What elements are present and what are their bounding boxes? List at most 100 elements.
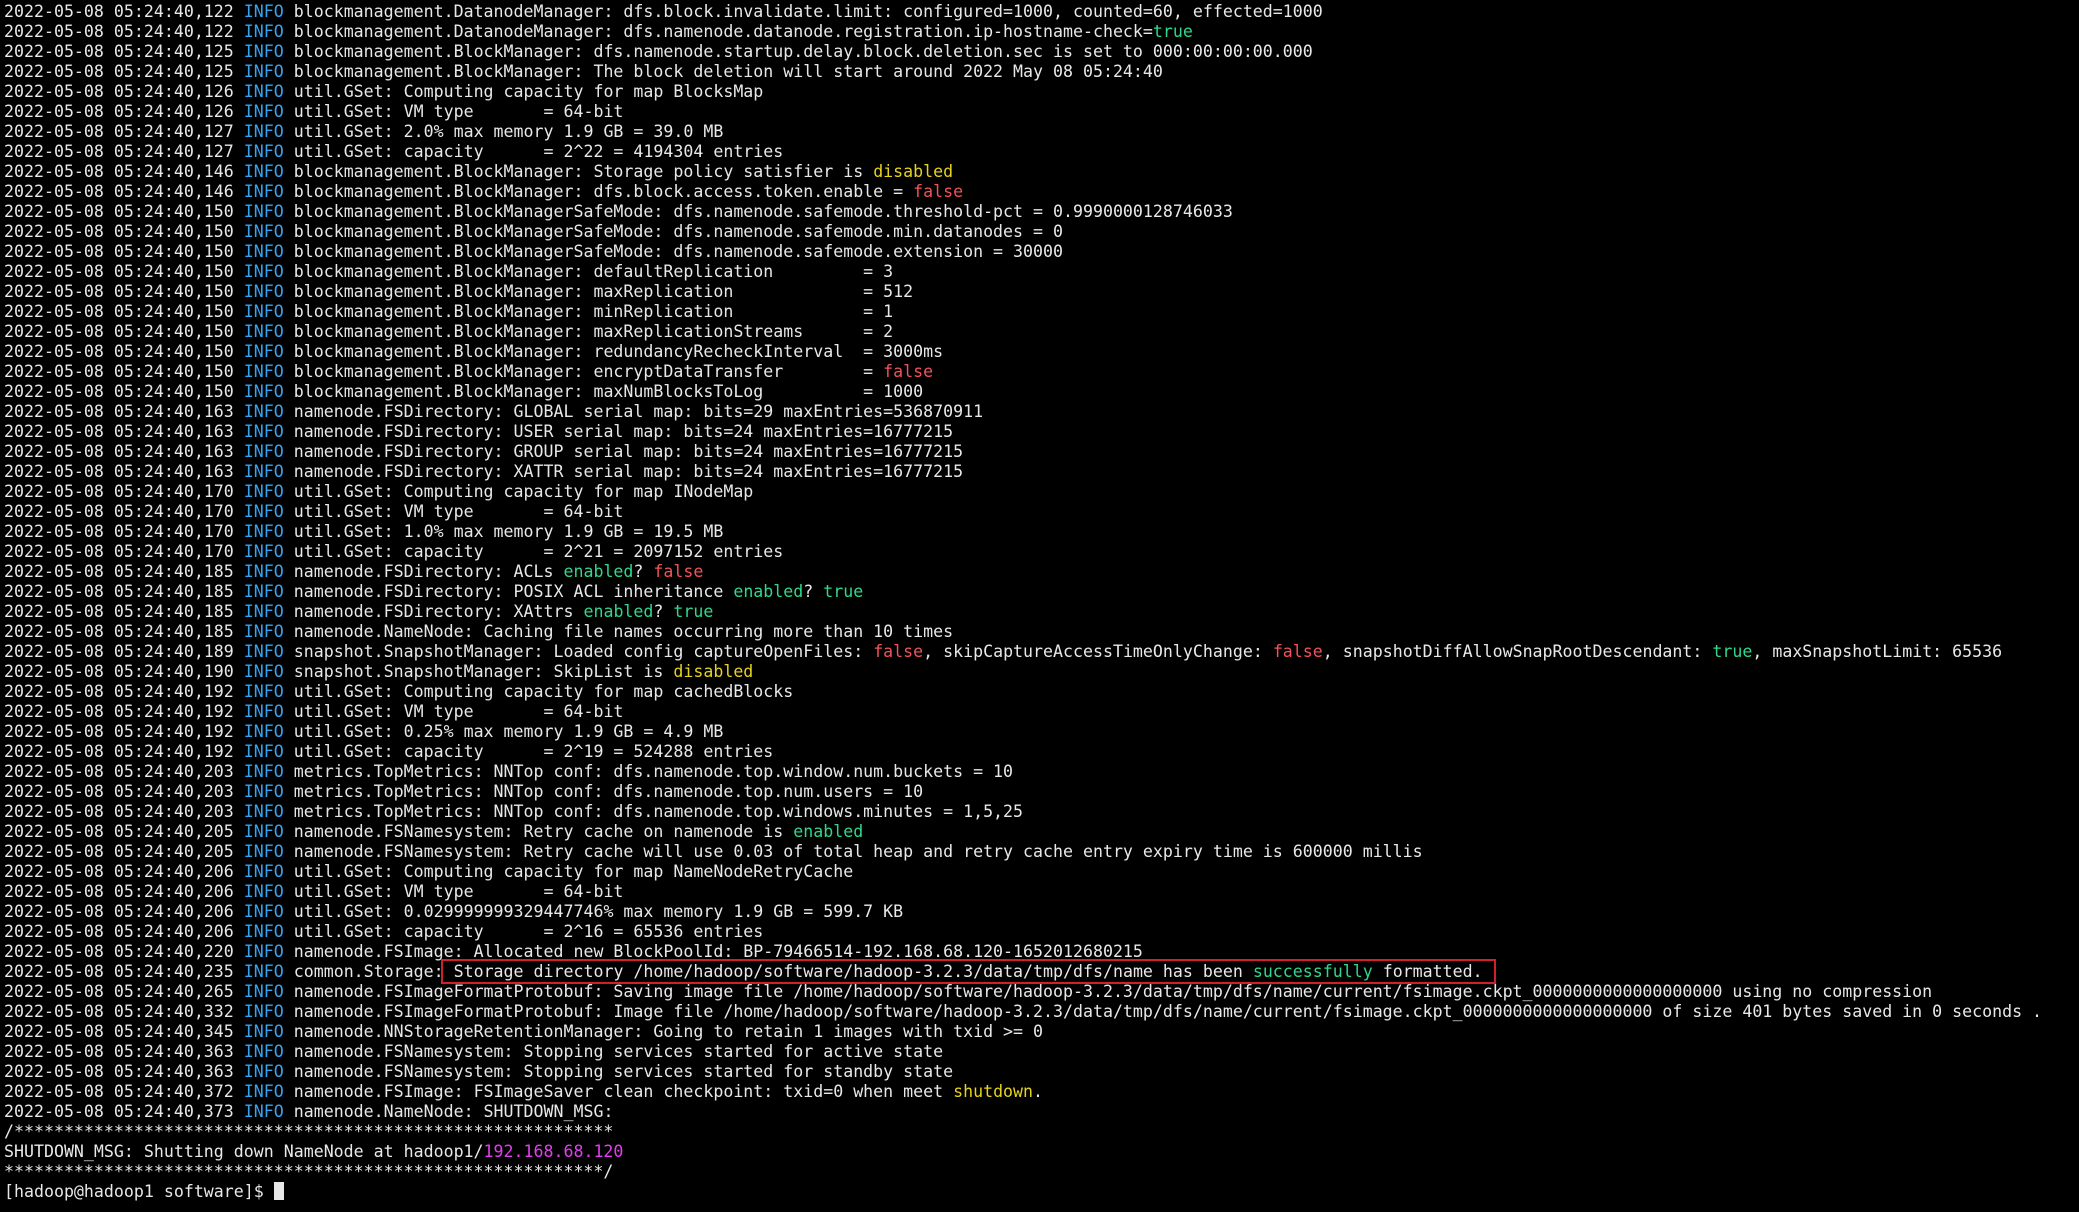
log-level: INFO bbox=[243, 1062, 284, 1081]
log-timestamp: 2022-05-08 05:24:40,125 bbox=[4, 42, 234, 61]
log-timestamp: 2022-05-08 05:24:40,127 bbox=[4, 122, 234, 141]
log-timestamp: 2022-05-08 05:24:40,150 bbox=[4, 282, 234, 301]
log-line: 2022-05-08 05:24:40,126 INFO util.GSet: … bbox=[4, 102, 2079, 122]
log-line: 2022-05-08 05:24:40,332 INFO namenode.FS… bbox=[4, 1002, 2079, 1022]
log-line: 2022-05-08 05:24:40,206 INFO util.GSet: … bbox=[4, 882, 2079, 902]
log-level: INFO bbox=[243, 302, 284, 321]
log-timestamp: 2022-05-08 05:24:40,205 bbox=[4, 842, 234, 861]
log-timestamp: 2022-05-08 05:24:40,189 bbox=[4, 642, 234, 661]
log-timestamp: 2022-05-08 05:24:40,235 bbox=[4, 962, 234, 981]
log-level: INFO bbox=[243, 842, 284, 861]
log-level: INFO bbox=[243, 562, 284, 581]
log-level: INFO bbox=[243, 382, 284, 401]
log-timestamp: 2022-05-08 05:24:40,363 bbox=[4, 1042, 234, 1061]
log-level: INFO bbox=[243, 962, 284, 981]
log-line: /***************************************… bbox=[4, 1122, 2079, 1142]
log-timestamp: 2022-05-08 05:24:40,163 bbox=[4, 462, 234, 481]
log-value-green: successfully bbox=[1252, 962, 1373, 981]
log-message: namenode.FSDirectory: ACLs bbox=[283, 562, 564, 581]
log-value-red: false bbox=[913, 182, 964, 201]
log-message: SHUTDOWN_MSG: Shutting down NameNode at … bbox=[4, 1142, 484, 1161]
log-level: INFO bbox=[243, 1082, 284, 1101]
log-line: 2022-05-08 05:24:40,170 INFO util.GSet: … bbox=[4, 482, 2079, 502]
terminal-window[interactable]: 2022-05-08 05:24:40,122 INFO blockmanage… bbox=[0, 0, 2079, 1212]
log-line: 2022-05-08 05:24:40,345 INFO namenode.NN… bbox=[4, 1022, 2079, 1042]
log-message: namenode.FSNamesystem: Stopping services… bbox=[283, 1042, 944, 1061]
log-timestamp: 2022-05-08 05:24:40,220 bbox=[4, 942, 234, 961]
log-message: util.GSet: capacity = 2^16 = 65536 entri… bbox=[283, 922, 764, 941]
log-line: 2022-05-08 05:24:40,122 INFO blockmanage… bbox=[4, 22, 2079, 42]
log-message: ? bbox=[653, 602, 674, 621]
log-message: blockmanagement.DatanodeManager: dfs.nam… bbox=[283, 22, 1153, 41]
log-message: namenode.FSDirectory: XATTR serial map: … bbox=[283, 462, 964, 481]
log-message: namenode.FSImageFormatProtobuf: Saving i… bbox=[283, 982, 1933, 1001]
log-message: blockmanagement.BlockManager: maxReplica… bbox=[283, 282, 914, 301]
log-level: INFO bbox=[243, 62, 284, 81]
log-timestamp: 2022-05-08 05:24:40,203 bbox=[4, 782, 234, 801]
log-timestamp: 2022-05-08 05:24:40,203 bbox=[4, 762, 234, 781]
log-timestamp: 2022-05-08 05:24:40,163 bbox=[4, 442, 234, 461]
log-message: blockmanagement.BlockManager: Storage po… bbox=[283, 162, 874, 181]
log-message: blockmanagement.BlockManagerSafeMode: df… bbox=[283, 242, 1063, 261]
log-line: 2022-05-08 05:24:40,127 INFO util.GSet: … bbox=[4, 142, 2079, 162]
log-timestamp: 2022-05-08 05:24:40,150 bbox=[4, 202, 234, 221]
log-message: snapshot.SnapshotManager: SkipList is bbox=[283, 662, 674, 681]
log-message: formatted. bbox=[1372, 962, 1493, 981]
log-level: INFO bbox=[243, 542, 284, 561]
log-timestamp: 2022-05-08 05:24:40,150 bbox=[4, 362, 234, 381]
log-timestamp: 2022-05-08 05:24:40,150 bbox=[4, 222, 234, 241]
log-timestamp: 2022-05-08 05:24:40,372 bbox=[4, 1082, 234, 1101]
log-level: INFO bbox=[243, 922, 284, 941]
log-level: INFO bbox=[243, 642, 284, 661]
log-value-green: enabled bbox=[563, 562, 634, 581]
log-level: INFO bbox=[243, 22, 284, 41]
log-line: 2022-05-08 05:24:40,372 INFO namenode.FS… bbox=[4, 1082, 2079, 1102]
log-level: INFO bbox=[243, 202, 284, 221]
log-level: INFO bbox=[243, 1002, 284, 1021]
log-message: namenode.NameNode: SHUTDOWN_MSG: bbox=[283, 1102, 614, 1121]
log-value-green: enabled bbox=[583, 602, 654, 621]
log-level: INFO bbox=[243, 582, 284, 601]
log-timestamp: 2022-05-08 05:24:40,150 bbox=[4, 382, 234, 401]
log-message: namenode.NameNode: Caching file names oc… bbox=[283, 622, 954, 641]
log-message: util.GSet: 2.0% max memory 1.9 GB = 39.0… bbox=[283, 122, 724, 141]
log-line: 2022-05-08 05:24:40,265 INFO namenode.FS… bbox=[4, 982, 2079, 1002]
log-timestamp: 2022-05-08 05:24:40,122 bbox=[4, 2, 234, 21]
log-line: 2022-05-08 05:24:40,150 INFO blockmanage… bbox=[4, 262, 2079, 282]
shell-prompt-line[interactable]: [hadoop@hadoop1 software]$ bbox=[4, 1182, 2079, 1202]
log-message: , skipCaptureAccessTimeOnlyChange: bbox=[923, 642, 1273, 661]
log-timestamp: 2022-05-08 05:24:40,206 bbox=[4, 862, 234, 881]
log-timestamp: 2022-05-08 05:24:40,185 bbox=[4, 602, 234, 621]
log-message: blockmanagement.BlockManagerSafeMode: df… bbox=[283, 202, 1233, 221]
log-message: namenode.FSDirectory: POSIX ACL inherita… bbox=[283, 582, 734, 601]
log-value-red: false bbox=[873, 642, 924, 661]
log-value-yellow: disabled bbox=[873, 162, 954, 181]
log-message: namenode.FSDirectory: GROUP serial map: … bbox=[283, 442, 964, 461]
log-level: INFO bbox=[243, 822, 284, 841]
log-message: blockmanagement.BlockManager: minReplica… bbox=[283, 302, 894, 321]
log-timestamp: 2022-05-08 05:24:40,163 bbox=[4, 402, 234, 421]
log-message: blockmanagement.BlockManager: The block … bbox=[283, 62, 1163, 81]
log-message: blockmanagement.BlockManager: encryptDat… bbox=[283, 362, 884, 381]
log-message: util.GSet: Computing capacity for map Na… bbox=[283, 862, 854, 881]
log-timestamp: 2022-05-08 05:24:40,206 bbox=[4, 882, 234, 901]
log-message: blockmanagement.BlockManager: dfs.block.… bbox=[283, 182, 914, 201]
log-message: blockmanagement.BlockManagerSafeMode: df… bbox=[283, 222, 1063, 241]
log-level: INFO bbox=[243, 522, 284, 541]
log-level: INFO bbox=[243, 802, 284, 821]
log-line: 2022-05-08 05:24:40,150 INFO blockmanage… bbox=[4, 302, 2079, 322]
log-message: blockmanagement.BlockManager: maxNumBloc… bbox=[283, 382, 924, 401]
log-timestamp: 2022-05-08 05:24:40,150 bbox=[4, 302, 234, 321]
log-message: Storage directory /home/hadoop/software/… bbox=[443, 962, 1253, 981]
log-line: 2022-05-08 05:24:40,146 INFO blockmanage… bbox=[4, 162, 2079, 182]
log-line: 2022-05-08 05:24:40,373 INFO namenode.Na… bbox=[4, 1102, 2079, 1122]
log-value-yellow: disabled bbox=[673, 662, 754, 681]
log-level: INFO bbox=[243, 262, 284, 281]
log-timestamp: 2022-05-08 05:24:40,192 bbox=[4, 682, 234, 701]
log-line: 2022-05-08 05:24:40,127 INFO util.GSet: … bbox=[4, 122, 2079, 142]
log-value-green: true bbox=[823, 582, 864, 601]
log-message: /***************************************… bbox=[4, 1122, 614, 1141]
log-message: util.GSet: 0.25% max memory 1.9 GB = 4.9… bbox=[283, 722, 724, 741]
log-level: INFO bbox=[243, 1022, 284, 1041]
log-message: namenode.FSDirectory: XAttrs bbox=[283, 602, 584, 621]
